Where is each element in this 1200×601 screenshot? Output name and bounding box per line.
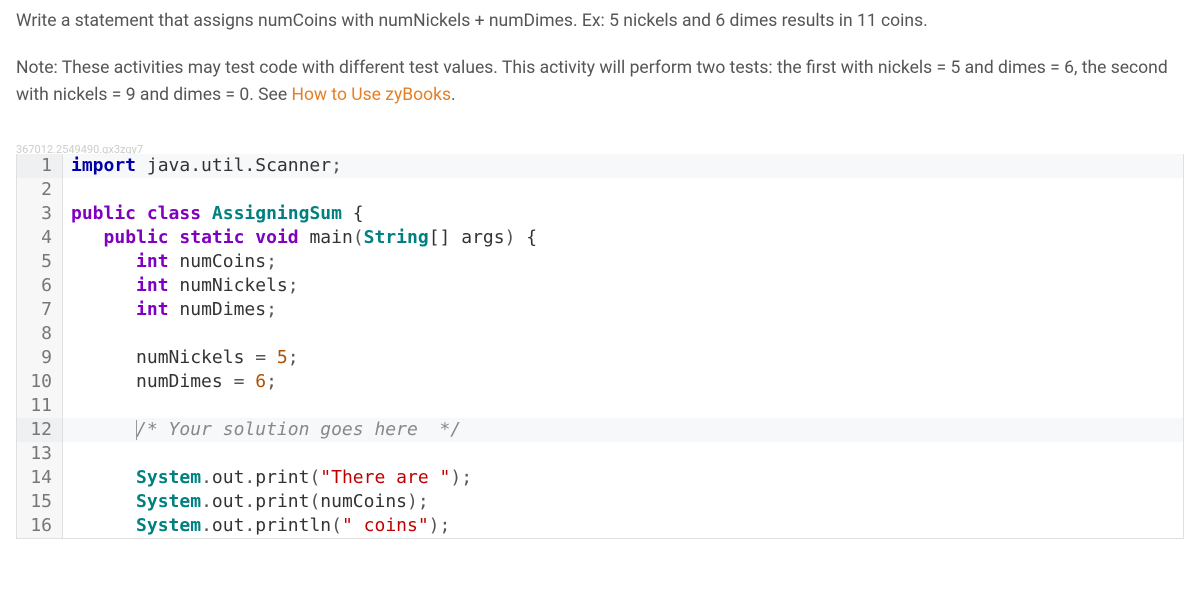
code-line: 1 import java.util.Scanner; (17, 154, 1183, 178)
code-line: 15 System.out.print(numCoins); (17, 490, 1183, 514)
code-line: 10 numDimes = 6; (17, 370, 1183, 394)
code-line-solution: 12 /* Your solution goes here */ (17, 418, 1183, 442)
line-number: 1 (17, 154, 63, 178)
code-line: 14 System.out.print("There are "); (17, 466, 1183, 490)
line-number: 16 (17, 514, 63, 538)
line-number: 10 (17, 370, 63, 394)
line-number: 14 (17, 466, 63, 490)
line-number: 2 (17, 178, 63, 202)
line-number: 6 (17, 274, 63, 298)
instructions-block: Write a statement that assigns numCoins … (0, 0, 1200, 109)
how-to-use-link[interactable]: How to Use zyBooks (291, 85, 451, 105)
code-line: 11 (17, 394, 1183, 418)
line-number: 9 (17, 346, 63, 370)
line-number: 11 (17, 394, 63, 418)
line-number: 5 (17, 250, 63, 274)
line-number: 8 (17, 322, 63, 346)
code-line: 2 (17, 178, 1183, 202)
instructions-paragraph-1: Write a statement that assigns numCoins … (16, 8, 1184, 35)
code-line: 7 int numDimes; (17, 298, 1183, 322)
code-line: 16 System.out.println(" coins"); (17, 514, 1183, 538)
code-line: 5 int numCoins; (17, 250, 1183, 274)
line-number: 13 (17, 442, 63, 466)
code-line: 6 int numNickels; (17, 274, 1183, 298)
line-number: 12 (17, 418, 63, 442)
line-number: 4 (17, 226, 63, 250)
code-line: 9 numNickels = 5; (17, 346, 1183, 370)
line-number: 15 (17, 490, 63, 514)
code-line: 13 (17, 442, 1183, 466)
line-number: 3 (17, 202, 63, 226)
code-line: 3 public class AssigningSum { (17, 202, 1183, 226)
instructions-paragraph-2: Note: These activities may test code wit… (16, 55, 1184, 109)
code-editor[interactable]: 1 import java.util.Scanner; 2 3 public c… (16, 154, 1184, 539)
line-number: 7 (17, 298, 63, 322)
code-line: 8 (17, 322, 1183, 346)
code-line: 4 public static void main(String[] args)… (17, 226, 1183, 250)
